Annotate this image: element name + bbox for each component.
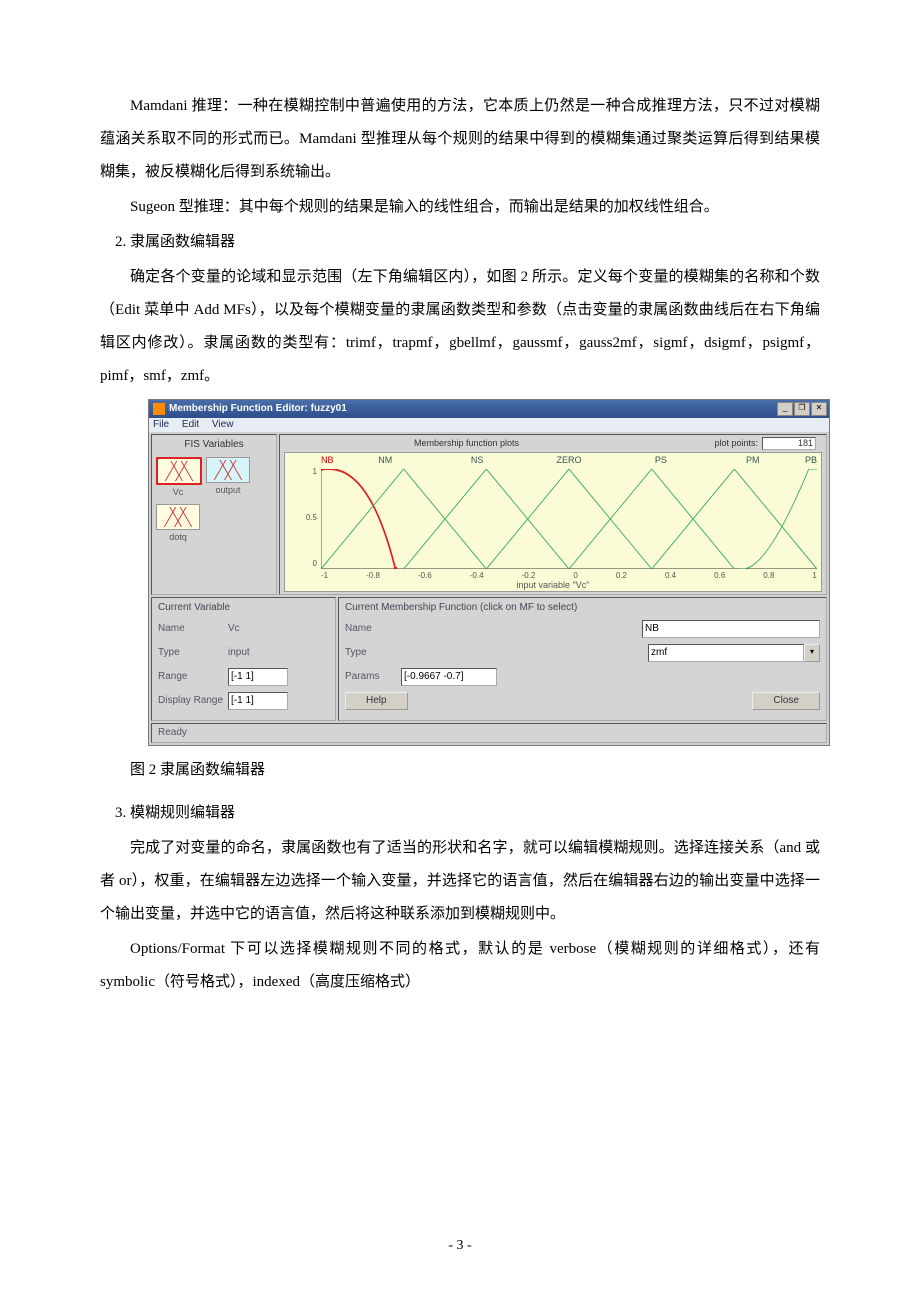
- menu-view[interactable]: View: [212, 419, 234, 430]
- chevron-down-icon: ▾: [804, 644, 820, 662]
- titlebar: Membership Function Editor: fuzzy01 _ ❐ …: [149, 400, 829, 418]
- fis-variables-title: FIS Variables: [156, 439, 272, 451]
- paragraph: Mamdani 推理：一种在模糊控制中普遍使用的方法，它本质上仍然是一种合成推理…: [100, 90, 820, 189]
- plot-header-title: Membership function plots: [414, 438, 519, 449]
- mf-type-select[interactable]: zmf ▾: [648, 644, 820, 662]
- help-button[interactable]: Help: [345, 692, 408, 710]
- plot-points-label: plot points:: [714, 438, 758, 449]
- mf-params-input[interactable]: [-0.9667 -0.7]: [401, 668, 497, 686]
- window-controls: _ ❐ ✕: [777, 402, 827, 416]
- heading: 3. 模糊规则编辑器: [100, 797, 820, 830]
- close-button-panel[interactable]: Close: [752, 692, 820, 710]
- current-variable-panel: Current Variable Name Vc Type input Rang…: [151, 597, 336, 721]
- mf-plot-panel: Membership function plots plot points: 1…: [279, 434, 827, 595]
- document-page: Mamdani 推理：一种在模糊控制中普遍使用的方法，它本质上仍然是一种合成推理…: [0, 0, 920, 1302]
- mf-plot-area[interactable]: NB NM NS ZERO PS PM PB 1 0.5 0: [284, 452, 822, 592]
- minimize-button[interactable]: _: [777, 402, 793, 416]
- fis-var-dotq[interactable]: dotq: [156, 504, 200, 543]
- mf-name-input[interactable]: NB: [642, 620, 820, 638]
- x-axis-label: input variable "Vc": [285, 580, 821, 591]
- current-mf-panel: Current Membership Function (click on MF…: [338, 597, 827, 721]
- figure-caption: 图 2 隶属函数编辑器: [100, 754, 820, 787]
- paragraph: 完成了对变量的命名，隶属函数也有了适当的形状和名字，就可以编辑模糊规则。选择连接…: [100, 832, 820, 931]
- fis-variables-panel: FIS Variables Vc output dotq: [151, 434, 277, 595]
- heading: 2. 隶属函数编辑器: [100, 226, 820, 259]
- menu-edit[interactable]: Edit: [182, 419, 199, 430]
- app-icon: [153, 403, 165, 415]
- fis-var-vc[interactable]: Vc: [156, 457, 200, 498]
- menu-file[interactable]: File: [153, 419, 169, 430]
- menubar: File Edit View: [149, 418, 829, 432]
- maximize-button[interactable]: ❐: [794, 402, 810, 416]
- window-title: Membership Function Editor: fuzzy01: [169, 403, 347, 415]
- range-input[interactable]: [-1 1]: [228, 668, 288, 686]
- page-number: - 3 -: [0, 1231, 920, 1262]
- paragraph: 确定各个变量的论域和显示范围（左下角编辑区内），如图 2 所示。定义每个变量的模…: [100, 261, 820, 393]
- mf-editor-window: Membership Function Editor: fuzzy01 _ ❐ …: [148, 399, 830, 746]
- paragraph: Options/Format 下可以选择模糊规则不同的格式，默认的是 verbo…: [100, 933, 820, 999]
- paragraph: Sugeon 型推理：其中每个规则的结果是输入的线性组合，而输出是结果的加权线性…: [100, 191, 820, 224]
- plot-points-input[interactable]: 181: [762, 437, 816, 450]
- fis-var-output[interactable]: output: [206, 457, 250, 498]
- display-range-input[interactable]: [-1 1]: [228, 692, 288, 710]
- close-button[interactable]: ✕: [811, 402, 827, 416]
- status-bar: Ready: [151, 723, 827, 743]
